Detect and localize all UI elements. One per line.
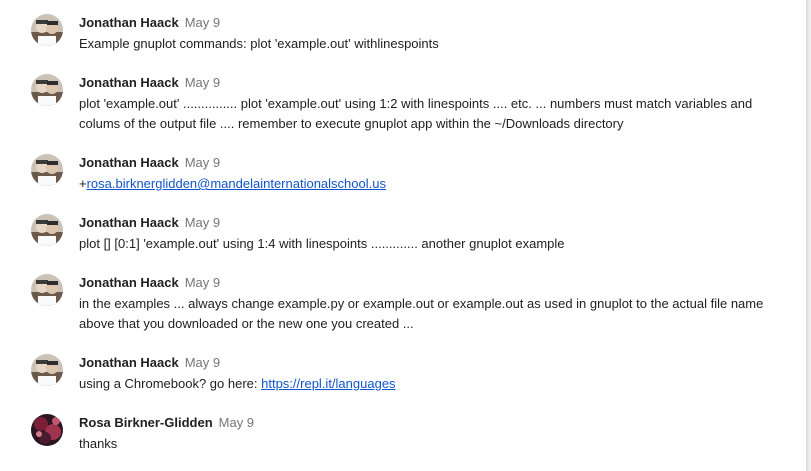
- author-name[interactable]: Rosa Birkner-Glidden: [79, 415, 213, 430]
- comment-text: thanks: [79, 436, 118, 451]
- author-name[interactable]: Jonathan Haack: [79, 275, 179, 290]
- mention-prefix: +: [79, 176, 87, 191]
- avatar[interactable]: [31, 274, 63, 306]
- author-name[interactable]: Jonathan Haack: [79, 155, 179, 170]
- comment-header: Jonathan Haack May 9: [79, 74, 220, 92]
- jonathan-avatar-icon: [31, 214, 63, 246]
- comments-panel: Jonathan Haack May 9 Example gnuplot comm…: [0, 0, 807, 471]
- comment-text: plot 'example.out' ............... plot …: [79, 96, 753, 131]
- comment-date[interactable]: May 9: [185, 155, 220, 170]
- repl-link[interactable]: https://repl.it/languages: [261, 376, 395, 391]
- jonathan-avatar-icon: [31, 354, 63, 386]
- author-name[interactable]: Jonathan Haack: [79, 75, 179, 90]
- comment-text: in the examples ... always change exampl…: [79, 296, 764, 331]
- comment-header: Rosa Birkner-Glidden May 9: [79, 414, 254, 432]
- jonathan-avatar-icon: [31, 14, 63, 46]
- comment-text: using a Chromebook? go here: https://rep…: [79, 374, 779, 394]
- rosa-avatar-icon: [31, 414, 63, 446]
- comment-text: Example gnuplot commands: plot 'example.…: [79, 36, 439, 51]
- comment-date[interactable]: May 9: [185, 15, 220, 30]
- comment-text: +rosa.birknerglidden@mandelainternationa…: [79, 174, 779, 194]
- comment-text: plot [] [0:1] 'example.out' using 1:4 wi…: [79, 236, 565, 251]
- avatar[interactable]: [31, 354, 63, 386]
- avatar[interactable]: [31, 154, 63, 186]
- avatar[interactable]: [31, 414, 63, 446]
- comment-text-prefix: using a Chromebook? go here:: [79, 376, 262, 391]
- jonathan-avatar-icon: [31, 74, 63, 106]
- comment-date[interactable]: May 9: [185, 75, 220, 90]
- jonathan-avatar-icon: [31, 274, 63, 306]
- email-mention-link[interactable]: rosa.birknerglidden@mandelainternational…: [87, 176, 386, 191]
- comment-date[interactable]: May 9: [219, 415, 254, 430]
- author-name[interactable]: Jonathan Haack: [79, 215, 179, 230]
- avatar[interactable]: [31, 74, 63, 106]
- comment-header: Jonathan Haack May 9: [79, 354, 220, 372]
- comment-header: Jonathan Haack May 9: [79, 154, 220, 172]
- comment-date[interactable]: May 9: [185, 215, 220, 230]
- avatar[interactable]: [31, 214, 63, 246]
- comment-date[interactable]: May 9: [185, 355, 220, 370]
- jonathan-avatar-icon: [31, 154, 63, 186]
- author-name[interactable]: Jonathan Haack: [79, 15, 179, 30]
- comment-header: Jonathan Haack May 9: [79, 274, 220, 292]
- comment-header: Jonathan Haack May 9: [79, 214, 220, 232]
- comment-header: Jonathan Haack May 9: [79, 14, 220, 32]
- avatar[interactable]: [31, 14, 63, 46]
- comment-date[interactable]: May 9: [185, 275, 220, 290]
- author-name[interactable]: Jonathan Haack: [79, 355, 179, 370]
